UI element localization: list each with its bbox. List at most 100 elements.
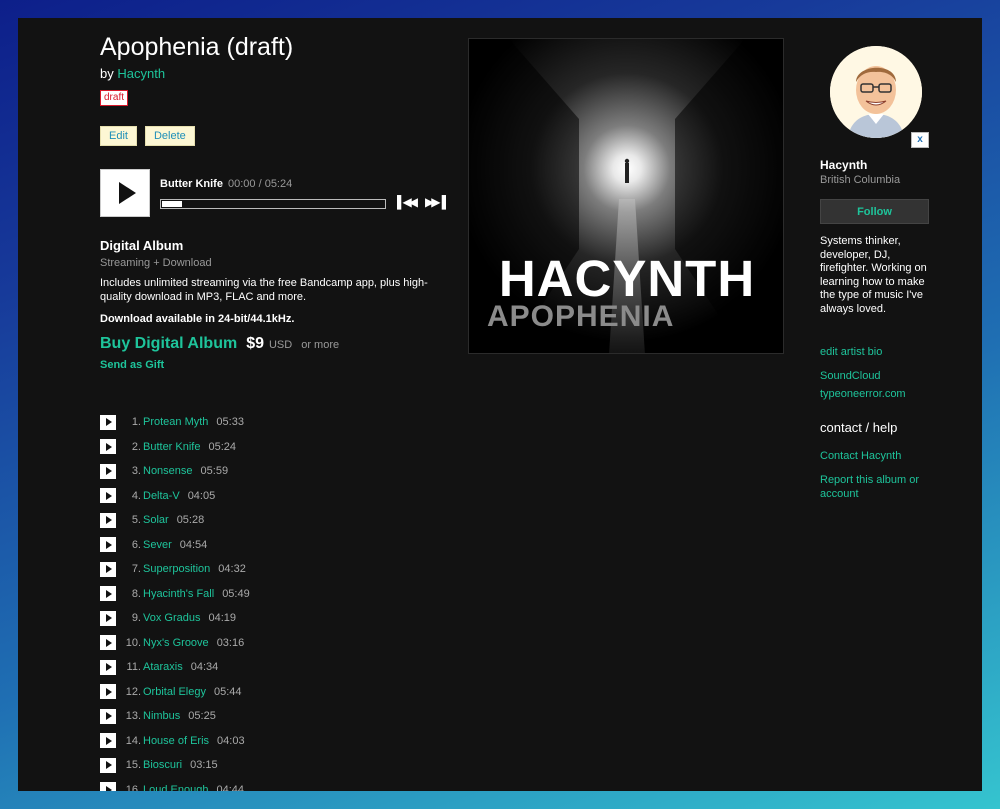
track-row: 5. Solar 05:28 [100, 508, 450, 533]
website-link[interactable]: typeoneerror.com [820, 388, 932, 402]
track-play-button[interactable] [100, 512, 116, 528]
track-length: 05:44 [213, 685, 242, 698]
track-row: 11. Ataraxis 04:34 [100, 655, 450, 680]
album-info-column: Apophenia (draft) by Hacynth draft Edit … [100, 32, 450, 791]
previous-track-icon[interactable]: ▌◀◀ [397, 195, 418, 209]
track-row: 16. Loud Enough 04:44 [100, 778, 450, 791]
edit-artist-bio-link[interactable]: edit artist bio [820, 346, 932, 360]
track-number: 13. [125, 710, 141, 723]
big-play-button[interactable] [100, 169, 150, 217]
track-length: 05:49 [222, 587, 250, 600]
play-icon [106, 442, 112, 451]
track-play-button[interactable] [100, 757, 116, 773]
track-title-link[interactable]: Hyacinth's Fall [143, 588, 214, 600]
track-number: 5. [131, 514, 141, 527]
album-title: Apophenia (draft) [100, 33, 294, 61]
track-play-button[interactable] [100, 733, 116, 749]
track-length: 05:33 [216, 416, 244, 429]
avatar[interactable] [830, 46, 922, 138]
progress-thumb[interactable] [162, 201, 182, 207]
play-icon [106, 614, 112, 623]
play-icon [106, 418, 112, 427]
delete-button[interactable]: Delete [144, 126, 195, 146]
track-length: 04:54 [179, 538, 208, 551]
track-play-button[interactable] [100, 708, 116, 724]
track-row: 13. Nimbus 05:25 [100, 704, 450, 729]
track-length: 04:44 [216, 783, 244, 791]
edit-button[interactable]: Edit [100, 126, 137, 146]
contact-help-heading: contact / help [820, 420, 898, 435]
send-as-gift-link[interactable]: Send as Gift [100, 359, 440, 371]
track-title-link[interactable]: Orbital Elegy [143, 686, 206, 698]
track-title-link[interactable]: Nyx's Groove [143, 637, 209, 649]
track-number: 11. [126, 661, 141, 674]
track-title-link[interactable]: Nonsense [143, 465, 193, 477]
progress-bar[interactable] [160, 199, 386, 209]
play-icon [106, 516, 112, 525]
track-play-button[interactable] [100, 561, 116, 577]
track-play-button[interactable] [100, 439, 116, 455]
track-title-link[interactable]: Nimbus [143, 710, 180, 722]
next-track-icon[interactable]: ▶▶▐ [425, 195, 446, 209]
track-title-link[interactable]: Superposition [143, 563, 210, 575]
track-title-link[interactable]: Bioscuri [143, 759, 182, 771]
report-album-link[interactable]: Report this album or account [820, 474, 932, 501]
track-number: 7. [131, 563, 141, 576]
track-length: 05:59 [200, 465, 229, 478]
track-play-button[interactable] [100, 782, 116, 791]
track-row: 8. Hyacinth's Fall 05:49 [100, 582, 450, 607]
track-play-button[interactable] [100, 635, 116, 651]
track-number: 1. [131, 416, 141, 429]
track-title-link[interactable]: Loud Enough [143, 784, 208, 791]
artist-link[interactable]: Hacynth [117, 66, 165, 81]
track-play-button[interactable] [100, 684, 116, 700]
track-title-link[interactable]: Solar [143, 514, 169, 526]
artist-name[interactable]: Hacynth [820, 158, 867, 172]
track-number: 14. [125, 734, 141, 747]
track-title-link[interactable]: House of Eris [143, 735, 209, 747]
track-play-button[interactable] [100, 488, 116, 504]
track-row: 6. Sever 04:54 [100, 533, 450, 558]
track-play-button[interactable] [100, 463, 116, 479]
track-length: 04:19 [208, 612, 237, 625]
track-title-link[interactable]: Delta-V [143, 490, 180, 502]
play-icon [106, 736, 112, 745]
track-play-button[interactable] [100, 586, 116, 602]
artist-avatar-icon [830, 46, 922, 138]
now-playing-title: Butter Knife [160, 178, 223, 190]
track-play-button[interactable] [100, 659, 116, 675]
draft-badge: draft [100, 90, 129, 106]
track-row: 9. Vox Gradus 04:19 [100, 606, 450, 631]
buy-row: Buy Digital Album $9 USD or more [100, 335, 440, 353]
or-more-link[interactable]: or more [301, 339, 339, 351]
track-length: 04:34 [190, 661, 219, 674]
edit-controls: Edit Delete [100, 126, 450, 146]
digital-album-heading: Digital Album [100, 238, 184, 253]
now-playing-time: 00:00 / 05:24 [228, 178, 293, 190]
price: $9 [246, 335, 264, 352]
follow-button[interactable]: Follow [820, 199, 929, 224]
track-play-button[interactable] [100, 610, 116, 626]
track-title-link[interactable]: Butter Knife [143, 441, 200, 453]
cover-title: HACYNTH [498, 250, 756, 307]
soundcloud-link[interactable]: SoundCloud [820, 370, 932, 384]
contact-artist-link[interactable]: Contact Hacynth [820, 450, 932, 464]
buy-digital-album-link[interactable]: Buy Digital Album [100, 335, 237, 353]
track-length: 05:28 [176, 514, 205, 527]
track-row: 15. Bioscuri 03:15 [100, 753, 450, 778]
play-icon [106, 589, 112, 598]
track-number: 12. [125, 685, 141, 698]
track-title-link[interactable]: Protean Myth [143, 416, 208, 428]
track-title-link[interactable]: Ataraxis [143, 661, 183, 673]
play-icon [106, 467, 112, 476]
track-play-button[interactable] [100, 414, 116, 430]
track-title-link[interactable]: Sever [143, 539, 172, 551]
track-row: 2. Butter Knife 05:24 [100, 435, 450, 460]
close-icon[interactable]: x [911, 132, 929, 148]
play-icon [118, 182, 136, 204]
track-number: 4. [131, 489, 141, 502]
album-cover-art[interactable]: HACYNTH APOPHENIA [468, 38, 784, 354]
track-number: 8. [131, 587, 141, 600]
track-title-link[interactable]: Vox Gradus [143, 612, 200, 624]
track-play-button[interactable] [100, 537, 116, 553]
